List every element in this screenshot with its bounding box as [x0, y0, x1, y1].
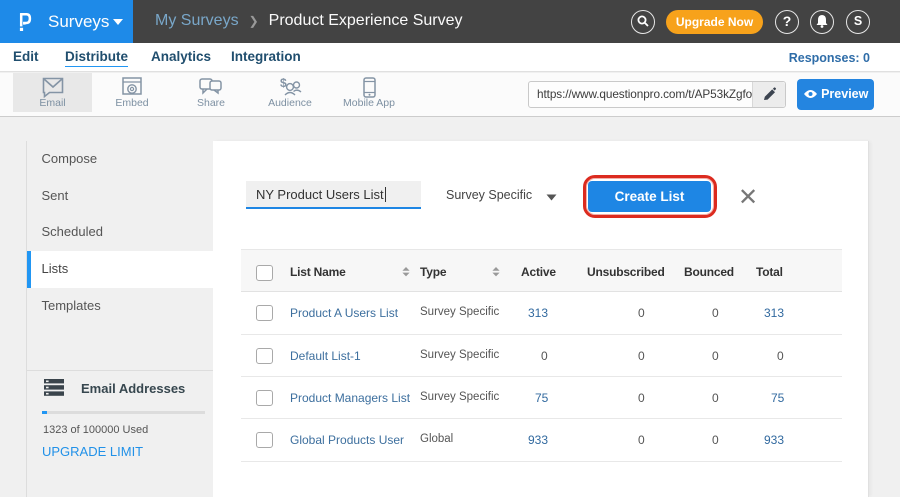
svg-text:$: $: [280, 77, 287, 90]
